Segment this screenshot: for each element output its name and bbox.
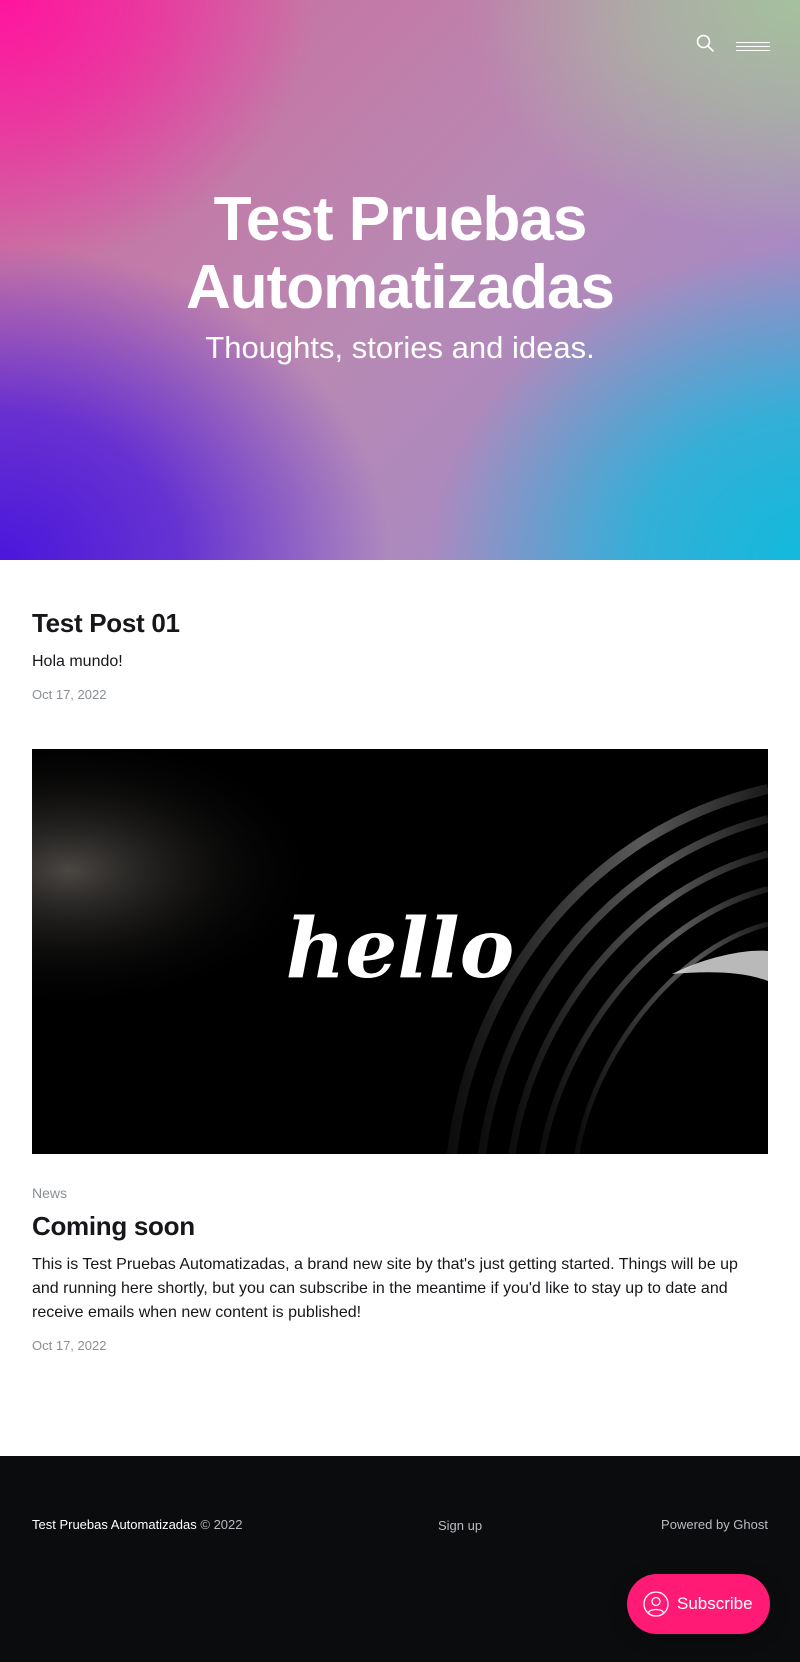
post-excerpt: Hola mundo! (32, 653, 123, 670)
post-feature-image[interactable]: hello (32, 749, 768, 1154)
powered-by-ghost-link[interactable]: Powered by Ghost (661, 1516, 768, 1534)
post-date: Oct 17, 2022 (32, 1338, 107, 1353)
post-date: Oct 17, 2022 (32, 687, 107, 702)
footer-signup-link[interactable]: Sign up (438, 1517, 482, 1535)
post-excerpt: This is Test Pruebas Automatizadas, a br… (32, 1256, 738, 1321)
image-hello-text: hello (286, 901, 515, 997)
header-nav (696, 34, 770, 57)
site-header: Test Pruebas Automatizadas Thoughts, sto… (0, 0, 800, 560)
copyright-text: © 2022 (200, 1517, 243, 1532)
post-card[interactable]: News Coming soon This is Test Pruebas Au… (32, 1183, 768, 1355)
site-description: Thoughts, stories and ideas. (205, 330, 595, 365)
post-title[interactable]: Coming soon (32, 1209, 768, 1243)
post-tag[interactable]: News (32, 1183, 768, 1203)
subscribe-button[interactable]: Subscribe (627, 1574, 770, 1634)
menu-icon[interactable] (736, 39, 770, 53)
post-card[interactable]: Test Post 01 Hola mundo! Oct 17, 2022 (32, 606, 768, 704)
user-icon (643, 1591, 669, 1617)
search-icon[interactable] (696, 34, 714, 57)
site-title: Test Pruebas Automatizadas (186, 185, 615, 322)
footer-site-link[interactable]: Test Pruebas Automatizadas (32, 1517, 197, 1532)
footer-copyright: Test Pruebas Automatizadas © 2022 (32, 1516, 243, 1534)
post-title[interactable]: Test Post 01 (32, 606, 768, 640)
subscribe-label: Subscribe (677, 1594, 753, 1613)
